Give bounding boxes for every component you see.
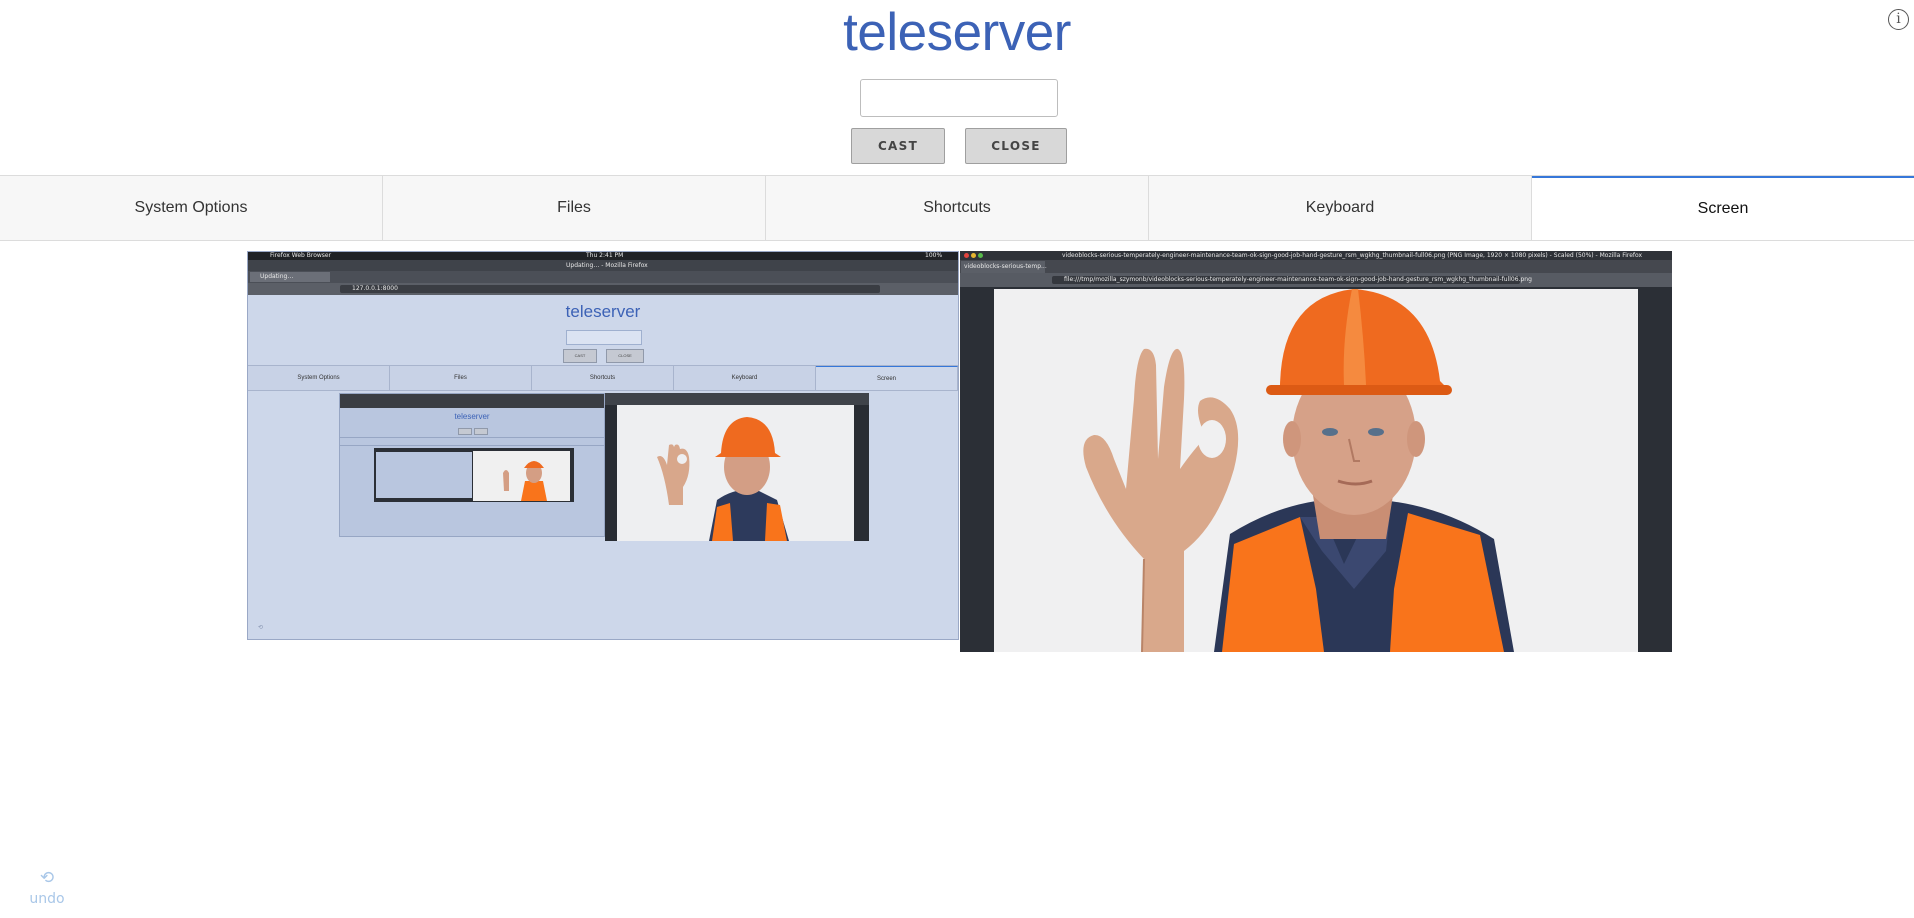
- tab-files[interactable]: Files: [383, 176, 766, 240]
- right-browser-tab-label: videoblocks-serious-temp...: [964, 263, 1047, 270]
- browser-url: 127.0.0.1:8000: [352, 285, 398, 292]
- tab-bar: System Options Files Shortcuts Keyboard …: [0, 175, 1914, 241]
- undo-icon: ⟲: [39, 868, 55, 887]
- inner-tab: Shortcuts: [532, 366, 674, 390]
- ghost-undo-icon: ⟲: [258, 625, 264, 631]
- browser-tabstrip: Updating…: [248, 271, 958, 283]
- inner-tab: Files: [390, 366, 532, 390]
- info-icon[interactable]: i: [1888, 9, 1909, 30]
- monitor-right: videoblocks-serious-temperately-engineer…: [960, 251, 1672, 652]
- nested-monitor-left: teleserver: [339, 393, 605, 537]
- undo-button[interactable]: ⟲ undo: [22, 868, 72, 908]
- right-browser-tabstrip: videoblocks-serious-temp...: [960, 260, 1672, 273]
- screen-capture: Firefox Web Browser Thu 2:41 PM 100% Upd…: [247, 251, 1672, 652]
- inner-tab-bar: System Options Files Shortcuts Keyboard …: [248, 365, 958, 391]
- close-button[interactable]: CLOSE: [965, 128, 1067, 164]
- right-browser-navbar: file:///tmp/mozilla_szymonb/videoblocks-…: [960, 273, 1672, 287]
- window-title: Updating… - Mozilla Firefox: [566, 262, 648, 269]
- window-titlebar: Updating… - Mozilla Firefox: [248, 260, 958, 271]
- cast-button[interactable]: CAST: [851, 128, 945, 164]
- browser-tab-label: Updating…: [260, 273, 294, 280]
- inner-page-title: teleserver: [565, 302, 641, 321]
- monitor-left: Firefox Web Browser Thu 2:41 PM 100% Upd…: [247, 251, 959, 640]
- inner-cast-button: CAST: [563, 349, 597, 363]
- tab-keyboard[interactable]: Keyboard: [1149, 176, 1532, 240]
- page-title: teleserver: [843, 3, 1071, 62]
- panel-app-label: Firefox Web Browser: [270, 252, 332, 259]
- inner-tab: Screen: [816, 366, 958, 390]
- engineer-photo: [994, 289, 1638, 652]
- inner-tab: Keyboard: [674, 366, 816, 390]
- inner-cast-input: [566, 330, 642, 345]
- nested-monitor-right: [605, 393, 869, 541]
- window-titlebar-right: videoblocks-serious-temperately-engineer…: [960, 251, 1672, 260]
- inner-close-button: CLOSE: [606, 349, 644, 363]
- undo-label: undo: [29, 891, 65, 907]
- nested-photo: [473, 451, 570, 501]
- panel-zoom: 100%: [925, 252, 943, 259]
- tab-screen[interactable]: Screen: [1532, 176, 1914, 240]
- nested-title: teleserver: [454, 412, 490, 421]
- tab-shortcuts[interactable]: Shortcuts: [766, 176, 1149, 240]
- tab-system-options[interactable]: System Options: [0, 176, 383, 240]
- cast-url-input[interactable]: [860, 79, 1058, 117]
- right-browser-url: file:///tmp/mozilla_szymonb/videoblocks-…: [1064, 276, 1532, 283]
- panel-clock: Thu 2:41 PM: [586, 252, 624, 259]
- right-window-title: videoblocks-serious-temperately-engineer…: [1062, 252, 1643, 259]
- inner-tab: System Options: [248, 366, 390, 390]
- browser-navbar: 127.0.0.1:8000: [248, 283, 958, 295]
- top-panel: Firefox Web Browser Thu 2:41 PM 100%: [248, 252, 958, 260]
- nested-engineer-photo: [617, 405, 854, 541]
